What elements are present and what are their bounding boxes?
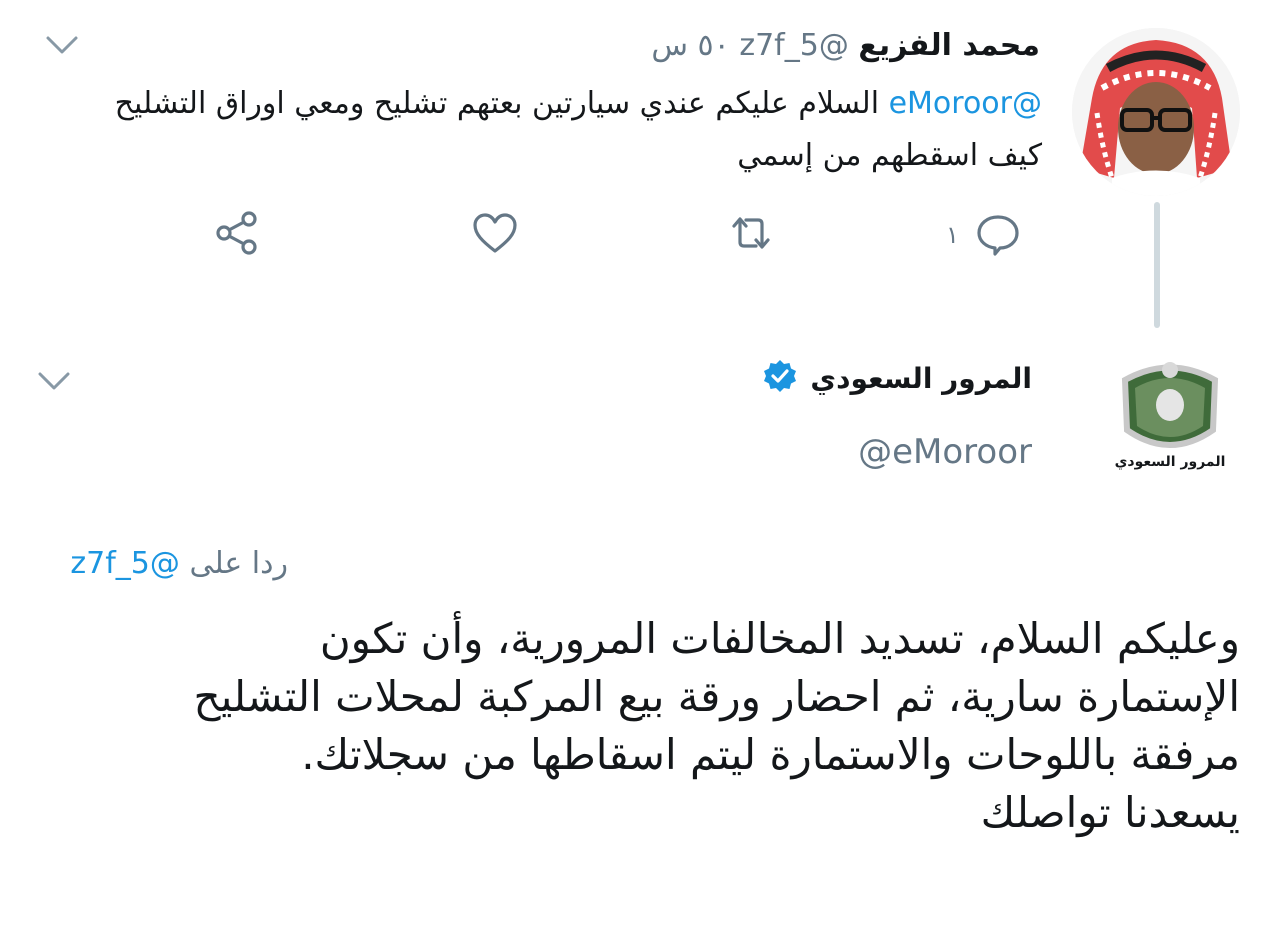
retweet-button[interactable] — [726, 205, 776, 265]
tweet1-avatar[interactable] — [1072, 28, 1240, 196]
verified-badge-icon — [762, 358, 798, 398]
thread-connector-line — [1154, 202, 1160, 328]
reply-icon — [973, 208, 1023, 262]
replying-to-label: ردا على — [189, 546, 288, 581]
retweet-icon — [726, 208, 776, 262]
tweet1-chevron-down-icon[interactable] — [42, 30, 82, 60]
tweet1-header: محمد الفزيع @z7f_5 ٥٠ س — [651, 24, 1040, 68]
replying-to: ردا على @z7f_5 — [70, 542, 288, 586]
tweet2-avatar[interactable]: المرور السعودي — [1095, 350, 1245, 490]
tweet2-chevron-down-icon[interactable] — [34, 366, 74, 396]
tweet2-author-handle[interactable]: @eMoroor — [858, 432, 1032, 472]
reply-count: ١ — [946, 221, 959, 249]
like-button[interactable] — [470, 205, 520, 265]
like-icon — [470, 208, 520, 262]
share-button[interactable] — [212, 205, 262, 265]
tweet2-avatar-caption: المرور السعودي — [1114, 454, 1226, 470]
replying-to-handle[interactable]: @z7f_5 — [70, 546, 179, 581]
share-icon — [212, 208, 262, 262]
tweet1-author-handle[interactable]: @z7f_5 — [739, 28, 848, 63]
tweet1-text: @eMoroor السلام عليكم عندي سيارتين بعتهم… — [92, 78, 1042, 182]
tweet2-author-row: المرور السعودي — [762, 358, 1032, 398]
tweet2-author-name[interactable]: المرور السعودي — [810, 362, 1032, 395]
tweet1-mention[interactable]: @eMoroor — [889, 86, 1042, 121]
reply-button[interactable]: ١ — [946, 205, 1023, 265]
tweet1-author-name[interactable]: محمد الفزيع — [858, 28, 1040, 63]
tweet2-text: وعليكم السلام، تسديد المخالفات المرورية،… — [193, 614, 1240, 837]
tweet1-timestamp[interactable]: ٥٠ س — [651, 28, 729, 63]
